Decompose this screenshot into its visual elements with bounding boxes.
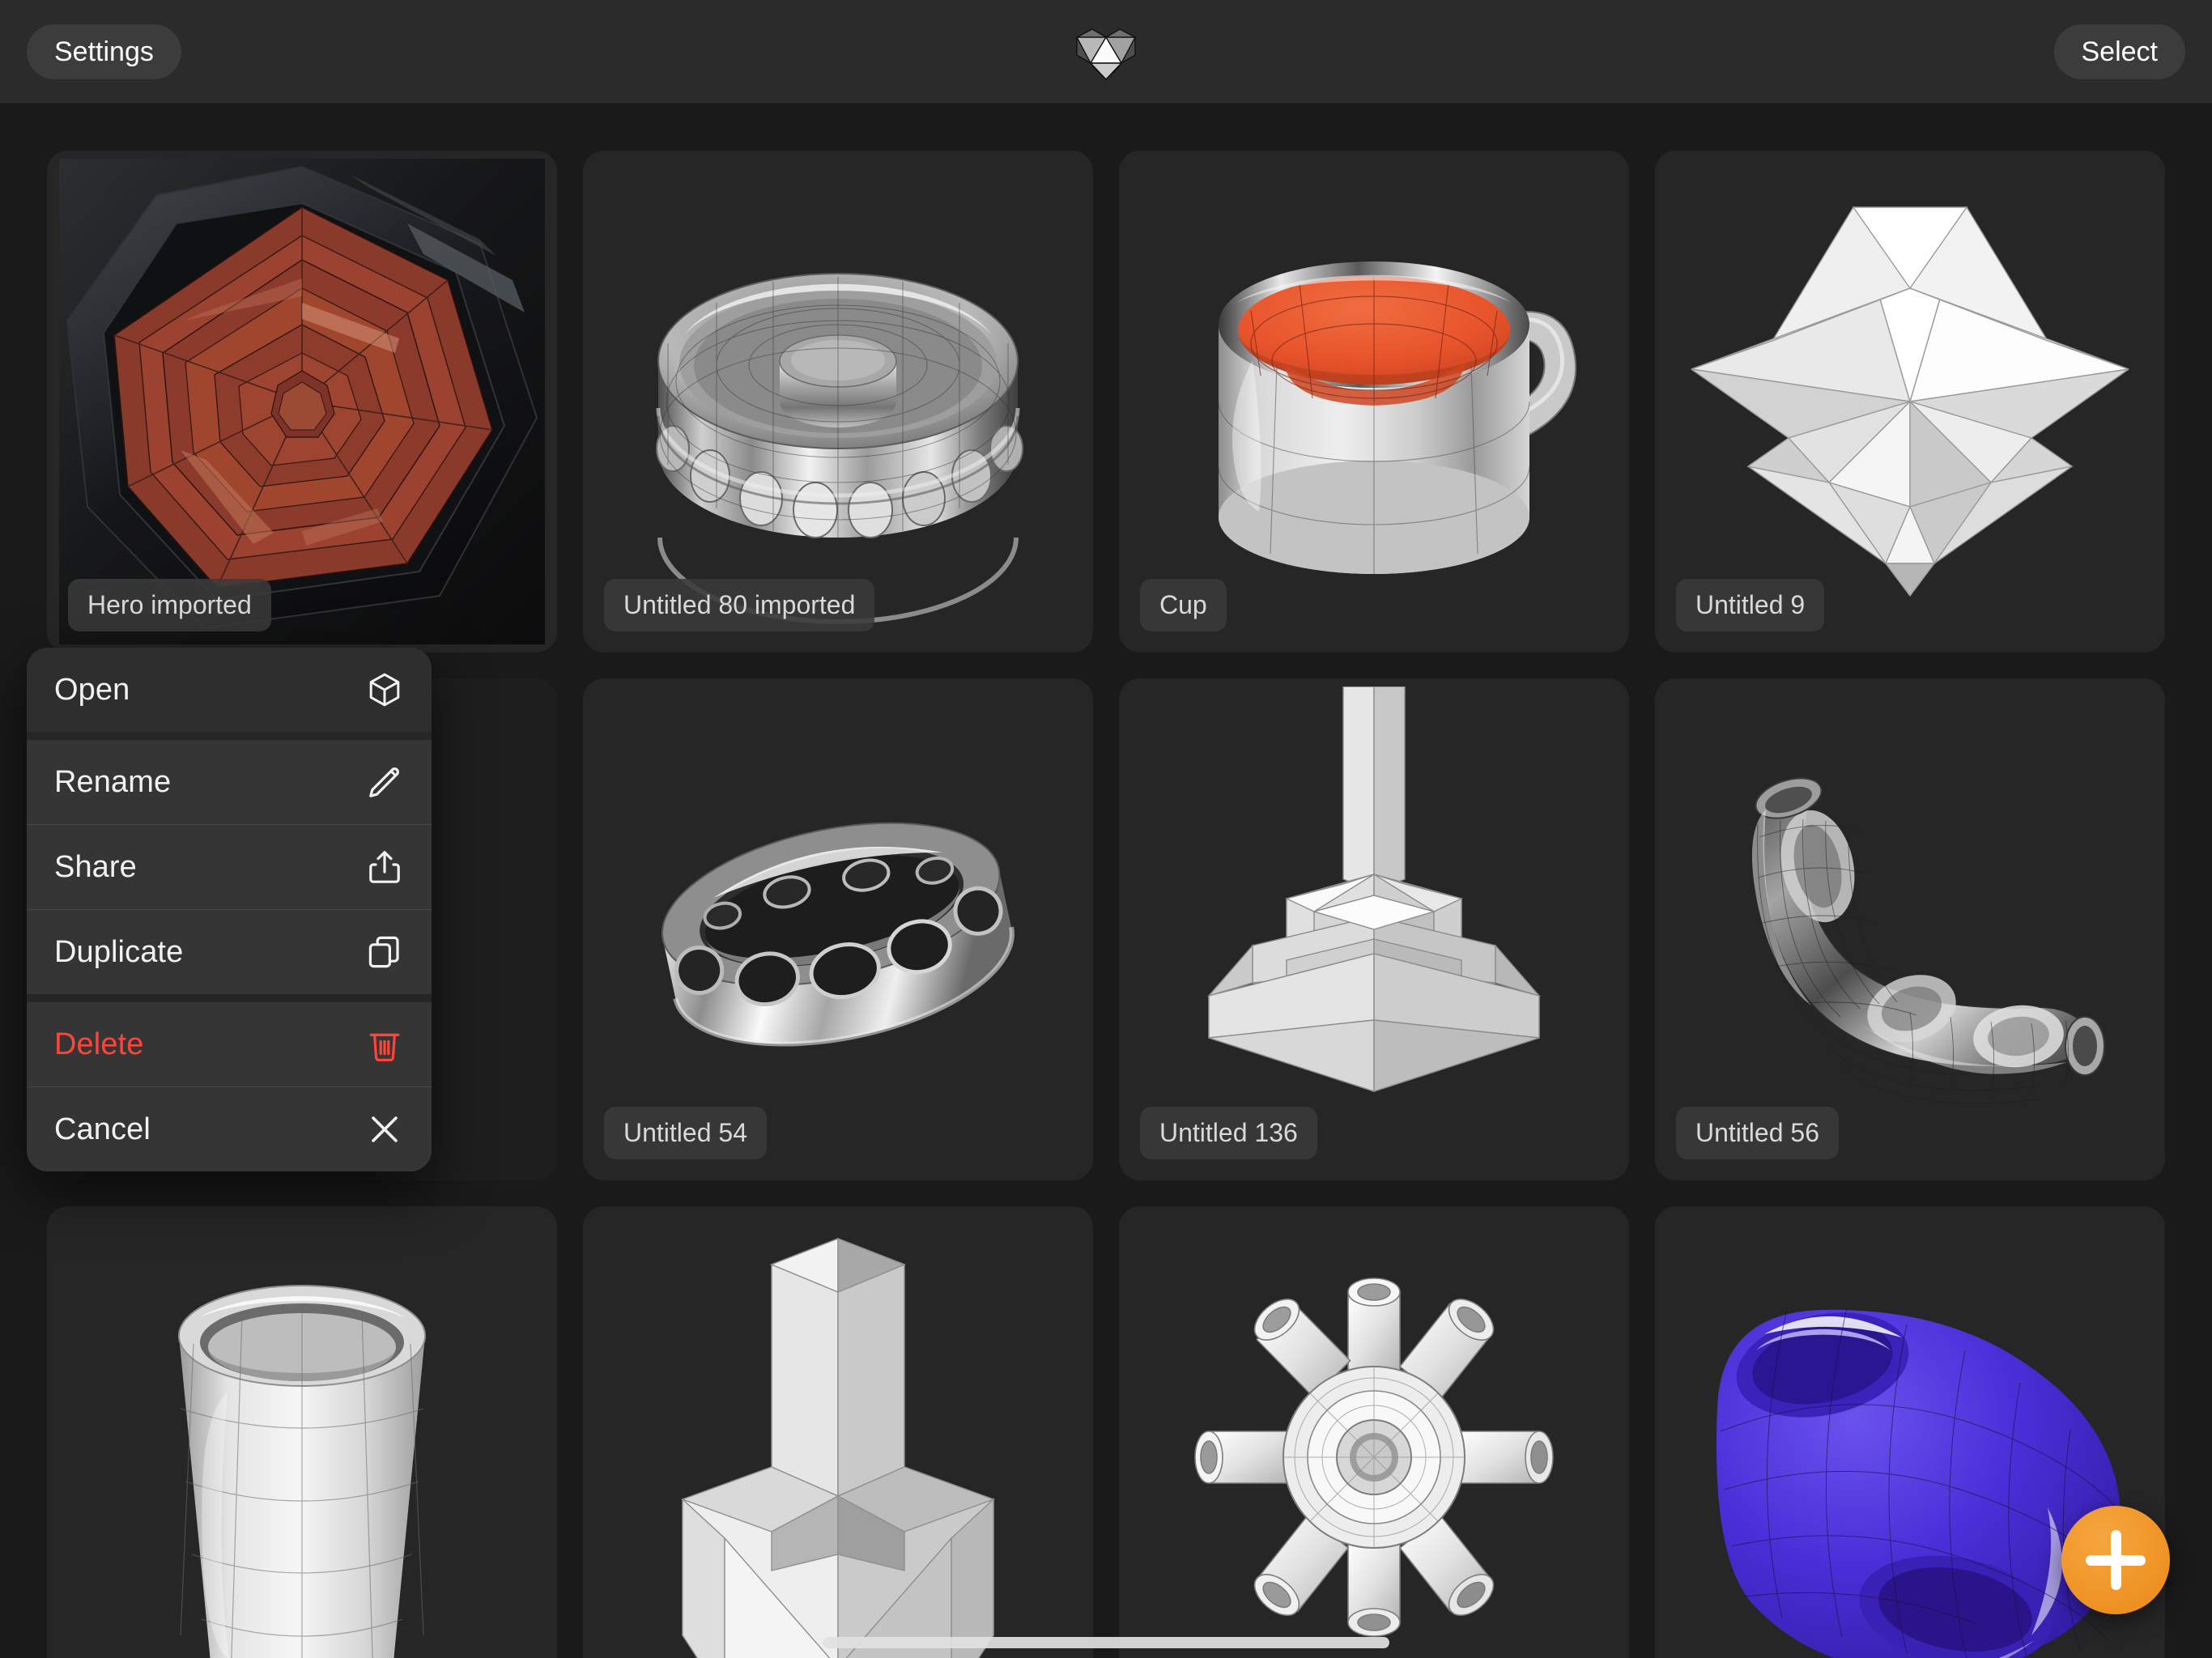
thumbnail-row3-1	[47, 1206, 557, 1658]
new-document-button[interactable]	[2061, 1506, 2170, 1614]
thumbnail-row3-2	[583, 1206, 1093, 1658]
context-menu-item-rename-label: Rename	[54, 764, 172, 799]
context-menu-item-duplicate-label: Duplicate	[54, 934, 184, 969]
document-context-menu[interactable]: Open Rename Share Duplicate Delete Cance…	[27, 648, 432, 1171]
context-menu-item-cancel[interactable]: Cancel	[27, 1087, 432, 1171]
context-menu-item-share[interactable]: Share	[27, 825, 432, 909]
settings-button[interactable]: Settings	[27, 24, 181, 79]
card-label: Hero imported	[68, 579, 271, 631]
thumbnail-hero-imported	[47, 151, 557, 653]
card-label: Untitled 54	[604, 1107, 767, 1159]
thumbnail-untitled-54	[583, 678, 1093, 1180]
document-card-untitled-80-imported[interactable]: Untitled 80 imported	[583, 151, 1093, 653]
thumbnail-row3-3	[1119, 1206, 1629, 1658]
context-menu-item-delete[interactable]: Delete	[27, 1002, 432, 1086]
context-menu-item-delete-label: Delete	[54, 1027, 144, 1061]
cube-icon	[365, 670, 404, 709]
document-card-cup[interactable]: Cup	[1119, 151, 1629, 653]
context-menu-item-open-label: Open	[54, 672, 130, 707]
document-card-hero-imported[interactable]: Hero imported	[47, 151, 557, 653]
thumbnail-untitled-56	[1655, 678, 2165, 1180]
card-label: Cup	[1140, 579, 1227, 631]
select-button[interactable]: Select	[2053, 24, 2185, 79]
context-menu-item-duplicate[interactable]: Duplicate	[27, 910, 432, 994]
context-menu-item-rename[interactable]: Rename	[27, 740, 432, 824]
context-menu-item-open[interactable]: Open	[27, 648, 432, 732]
top-toolbar: Settings Select	[0, 0, 2212, 104]
document-card-row3-2[interactable]	[583, 1206, 1093, 1658]
pencil-icon	[365, 763, 404, 801]
context-menu-item-cancel-label: Cancel	[54, 1112, 151, 1146]
context-menu-item-share-label: Share	[54, 849, 137, 884]
document-card-untitled-54[interactable]: Untitled 54	[583, 678, 1093, 1180]
card-label: Untitled 136	[1140, 1107, 1317, 1159]
home-indicator[interactable]	[823, 1637, 1389, 1648]
document-card-row3-1[interactable]	[47, 1206, 557, 1658]
trash-icon	[365, 1025, 404, 1064]
thumbnail-untitled-9	[1655, 151, 2165, 653]
thumbnail-untitled-80-imported	[583, 151, 1093, 653]
plus-icon-vertical	[2111, 1530, 2121, 1590]
shapr3d-faceted-logo	[1071, 19, 1141, 84]
document-card-row3-3[interactable]	[1119, 1206, 1629, 1658]
close-icon	[365, 1110, 404, 1149]
card-label: Untitled 56	[1676, 1107, 1839, 1159]
copy-icon	[365, 933, 404, 971]
document-card-untitled-9[interactable]: Untitled 9	[1655, 151, 2165, 653]
share-icon	[365, 848, 404, 886]
document-card-untitled-136[interactable]: Untitled 136	[1119, 678, 1629, 1180]
document-card-untitled-56[interactable]: Untitled 56	[1655, 678, 2165, 1180]
menu-group-separator	[27, 732, 432, 740]
thumbnail-untitled-136	[1119, 678, 1629, 1180]
thumbnail-cup	[1119, 151, 1629, 653]
card-label: Untitled 9	[1676, 579, 1825, 631]
card-label: Untitled 80 imported	[604, 579, 875, 631]
menu-group-separator	[27, 994, 432, 1002]
